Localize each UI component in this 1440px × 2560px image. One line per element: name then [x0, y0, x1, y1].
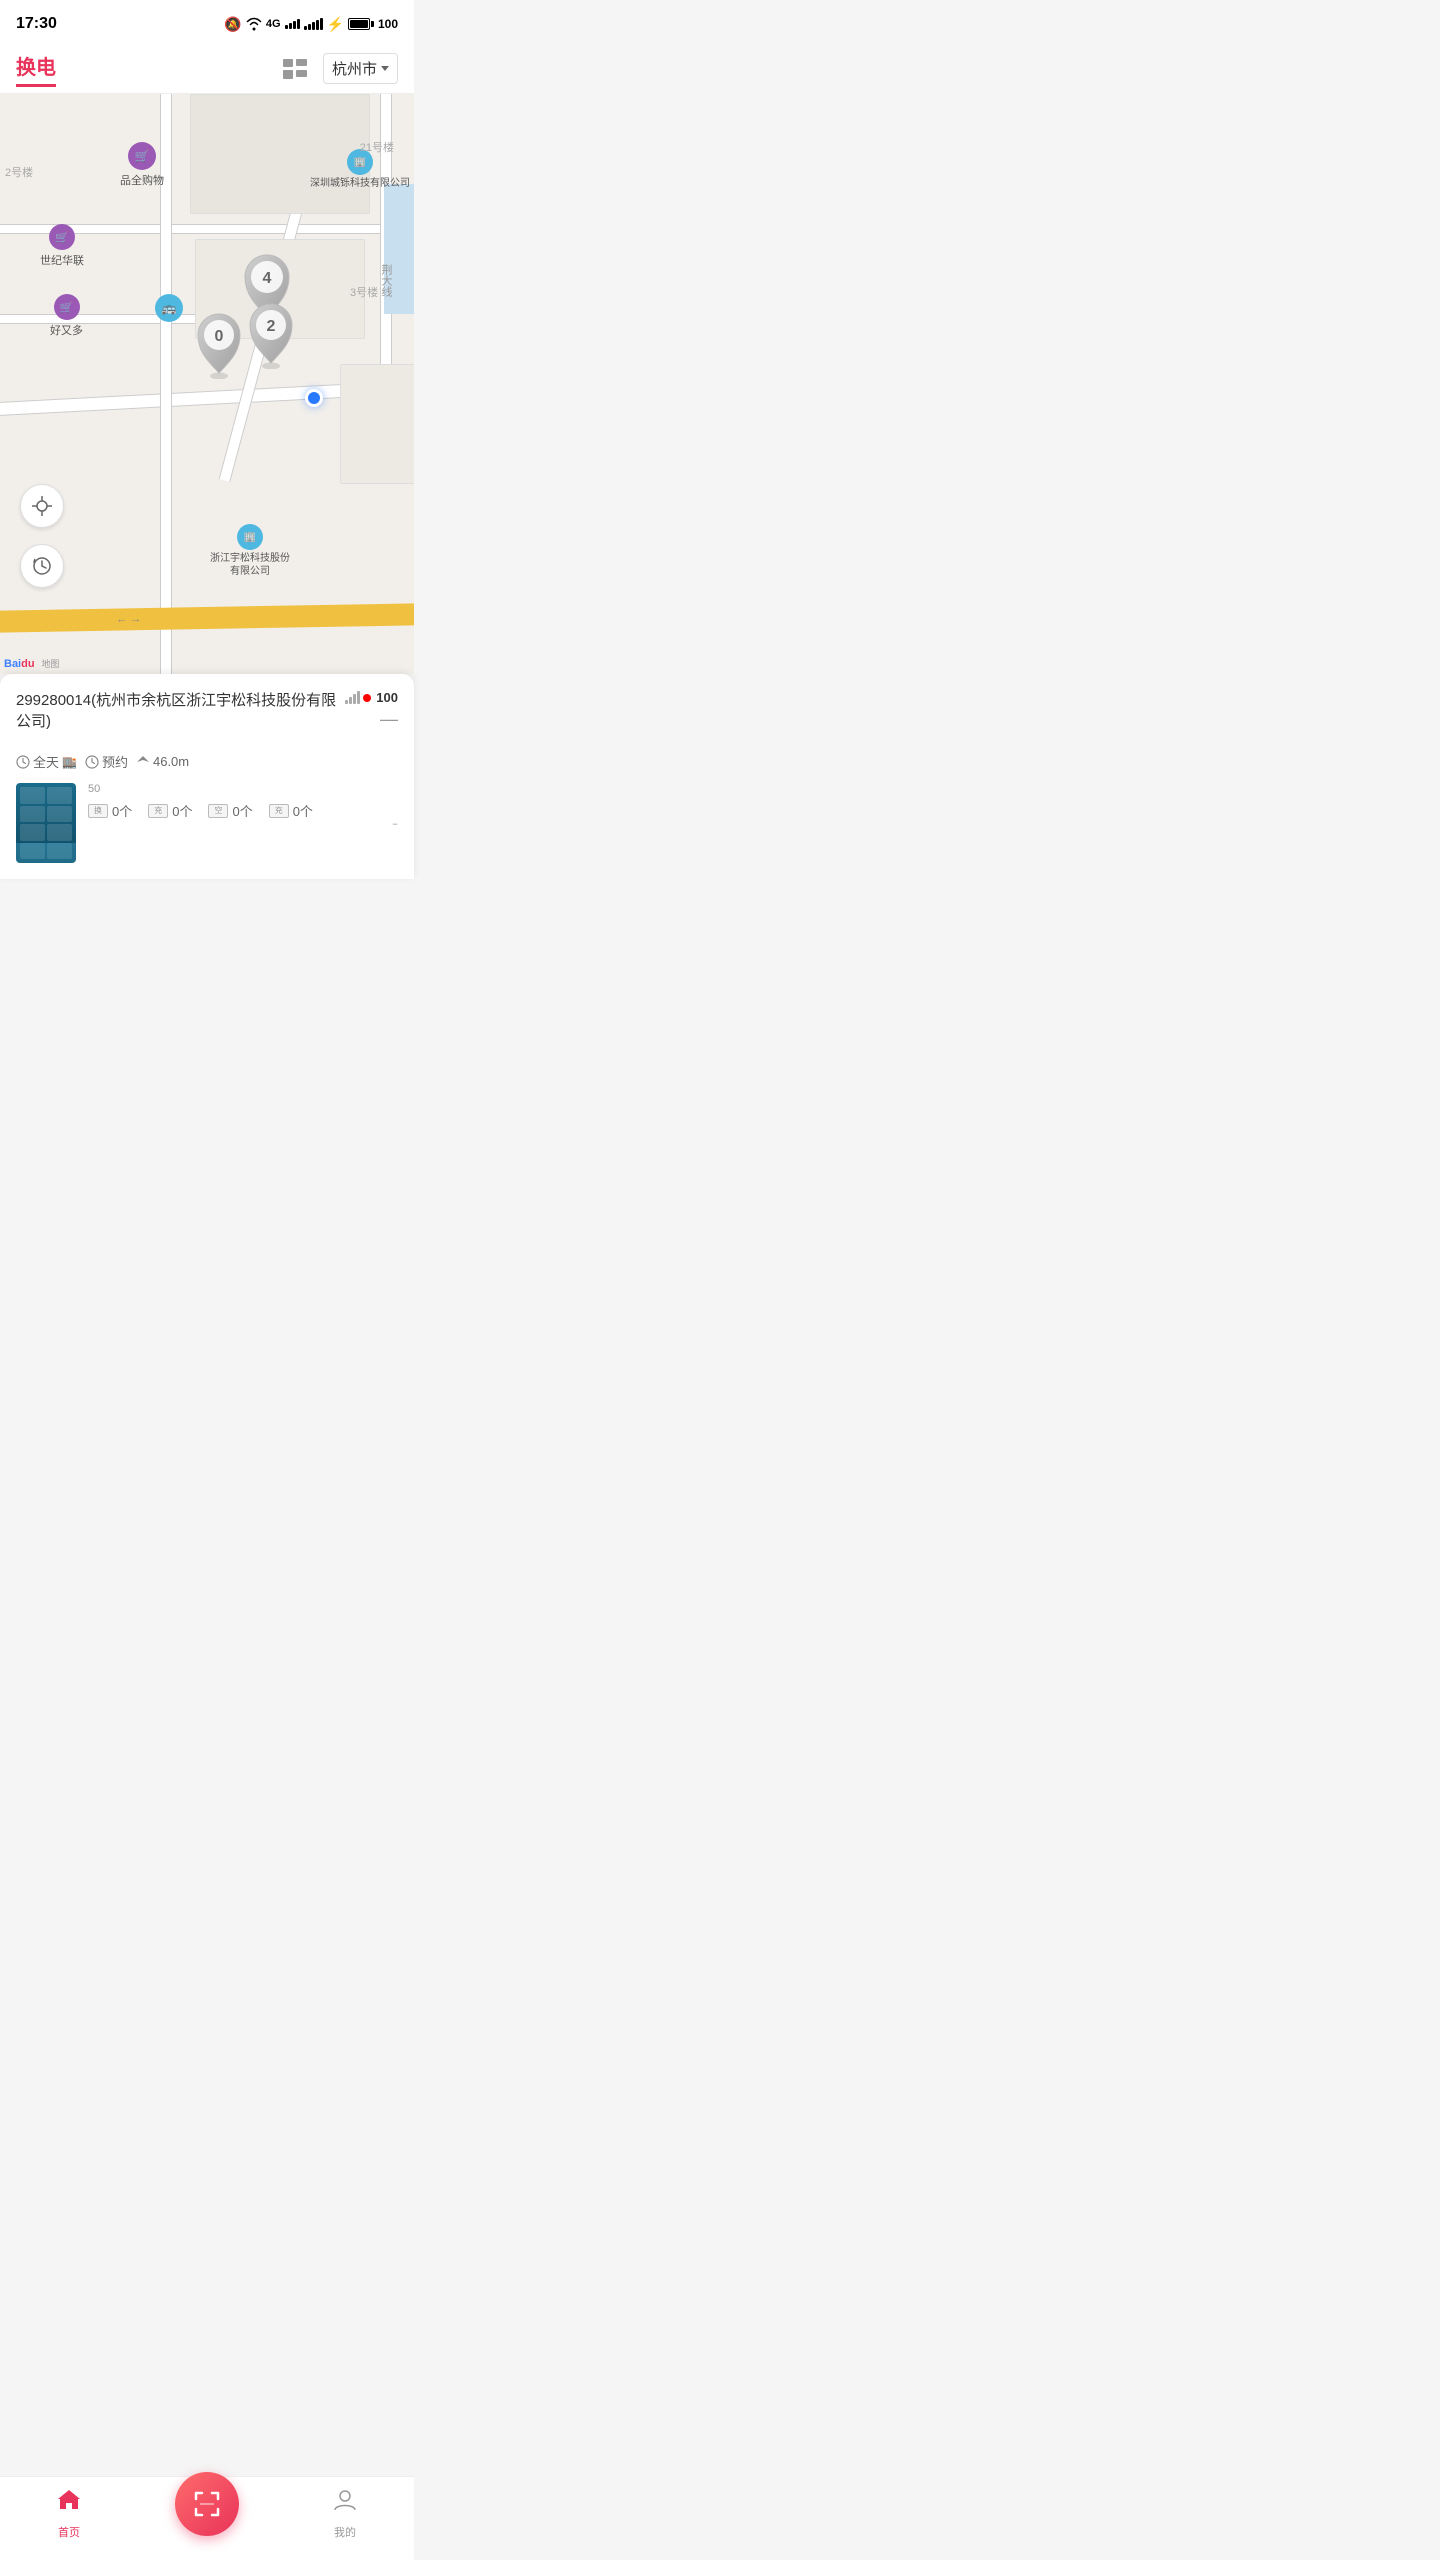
home-icon [56, 2487, 82, 2520]
charging-icon: ⚡ [327, 16, 344, 33]
distance-label: 46.0m [153, 754, 189, 769]
map-pin-2[interactable]: 2 [245, 299, 297, 369]
battery-slots-container: 50 换 0个 充 0个 [88, 783, 380, 820]
grid-list-toggle[interactable] [283, 58, 311, 80]
building-label-2: 2号楼 [5, 164, 33, 180]
wifi-icon [246, 17, 262, 31]
map-pin-0[interactable]: 0 [193, 309, 245, 379]
battery-slots: 换 0个 充 0个 空 0个 [88, 801, 380, 820]
crosshair-icon [31, 495, 53, 517]
building-label-21: 21号楼 [360, 139, 394, 155]
network-4g: 4G [266, 18, 281, 30]
poi-shenzhen: 🏢 深圳城铄科技有限公司 [310, 149, 410, 190]
chevron-down-icon [381, 66, 389, 71]
poi-haoyoudu: 🛒 好又多 [50, 294, 83, 338]
status-time: 17:30 [16, 15, 57, 33]
station-image [16, 783, 76, 863]
user-location-dot [305, 389, 323, 407]
scan-button[interactable] [175, 2472, 239, 2536]
header-right: 杭州市 [283, 53, 398, 84]
battery-slot-kong: 空 0个 [208, 801, 252, 820]
signal-bars-2 [304, 18, 323, 30]
separator-dash: - [392, 813, 398, 834]
navigation-icon [136, 755, 150, 769]
clock-icon [16, 755, 30, 769]
user-icon [332, 2487, 358, 2520]
nav-profile[interactable]: 我的 [276, 2487, 414, 2540]
reservation-item: 预约 [85, 752, 128, 771]
city-name: 杭州市 [332, 58, 377, 79]
nav-scan[interactable] [138, 2492, 276, 2536]
svg-text:4: 4 [263, 270, 272, 287]
signal-value: 100 [376, 690, 398, 705]
signal-bars-1 [285, 19, 300, 29]
hours-item: 全天 🏬 [16, 752, 77, 771]
city-selector[interactable]: 杭州市 [323, 53, 398, 84]
station-title: 299280014(杭州市余杭区浙江宇松科技股份有限公司) [16, 690, 345, 732]
battery-percent: 100 [378, 17, 398, 31]
page-title[interactable]: 换电 [16, 51, 56, 87]
station-content: 50 换 0个 充 0个 [16, 783, 398, 863]
station-info-card: 299280014(杭州市余杭区浙江宇松科技股份有限公司) 100 — [0, 674, 414, 879]
home-label: 首页 [58, 2524, 80, 2540]
map-area[interactable]: ← → 永 🛒 品全购物 🛒 世纪华联 🛒 好又多 🏢 深圳城铄科技有限公司 [0, 94, 414, 674]
main-road-yellow: ← → 永 [0, 603, 414, 633]
signal-error-dot [363, 694, 371, 702]
poi-shiji: 🛒 世纪华联 [40, 224, 84, 268]
reservation-label: 预约 [102, 752, 128, 771]
road-label-jingda: 荆大线 [378, 264, 394, 297]
header: 换电 杭州市 [0, 44, 414, 94]
bottom-navigation: 首页 我的 [0, 2476, 414, 2560]
building-label-3: 3号楼 [350, 284, 378, 300]
history-button[interactable] [20, 544, 64, 588]
distance-item: 46.0m [136, 754, 189, 769]
clock-icon-2 [85, 755, 99, 769]
minus-icon: — [380, 709, 398, 730]
status-bar: 17:30 🔕 4G ⚡ [0, 0, 414, 44]
nav-home[interactable]: 首页 [0, 2487, 138, 2540]
hours-label: 全天 [33, 752, 59, 771]
mute-icon: 🔕 [224, 16, 241, 33]
scan-icon [192, 2489, 222, 2519]
bus-icon: 🚌 [155, 294, 183, 322]
location-center-button[interactable] [20, 484, 64, 528]
poi-pinquan: 🛒 品全购物 [120, 142, 164, 188]
svg-text:0: 0 [215, 328, 224, 345]
station-meta: 全天 🏬 预约 46.0m [16, 752, 398, 771]
battery-indicator [348, 18, 374, 30]
battery-slot-huan: 换 0个 [88, 801, 132, 820]
battery-slot-chong2: 充 0个 [269, 801, 313, 820]
poi-yusong: 🏢 浙江宇松科技股份有限公司 [210, 524, 290, 578]
status-icons: 🔕 4G ⚡ [224, 16, 398, 33]
history-icon [31, 555, 53, 577]
open-icon: 🏬 [62, 755, 77, 769]
profile-label: 我的 [334, 2524, 356, 2540]
battery-slot-chong1: 充 0个 [148, 801, 192, 820]
svg-text:2: 2 [267, 318, 276, 335]
map-watermark: Baidu 地图 [0, 655, 63, 672]
signal-indicator: 100 [345, 690, 398, 705]
